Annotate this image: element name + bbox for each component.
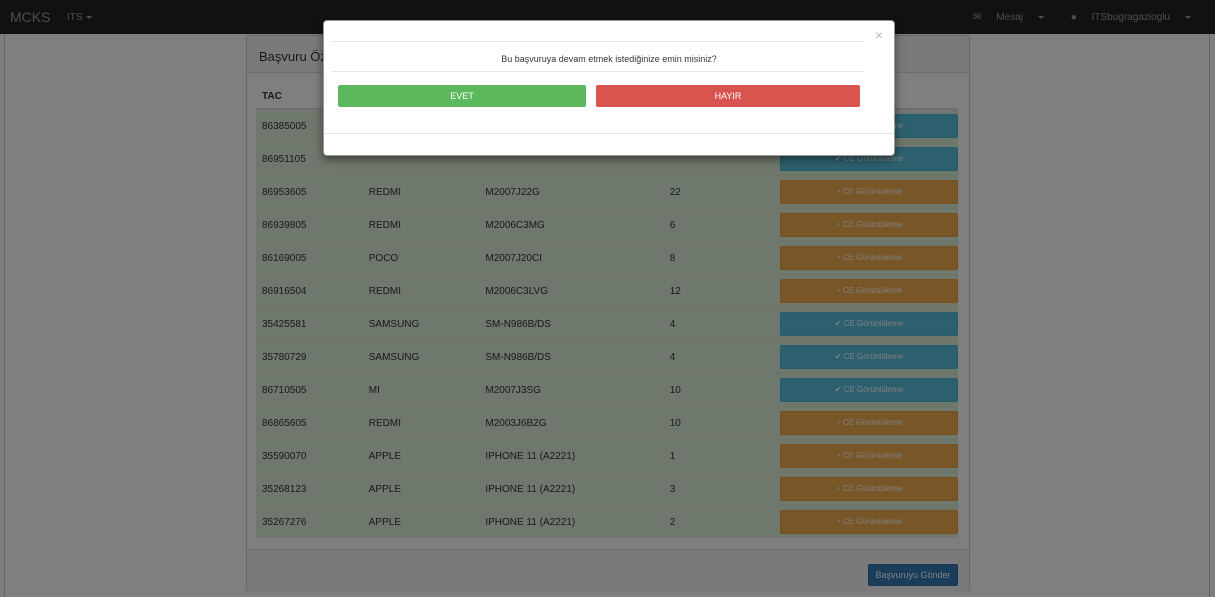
- confirm-question: Bu başvuruya devam etmek istediğinize em…: [501, 54, 717, 64]
- close-icon[interactable]: ×: [875, 27, 883, 43]
- modal-divider: [332, 71, 864, 72]
- yes-button[interactable]: EVET: [338, 85, 586, 107]
- modal-divider: [332, 41, 864, 42]
- modal-divider: [324, 133, 894, 134]
- confirm-dialog: × Bu başvuruya devam etmek istediğinize …: [323, 20, 895, 156]
- no-button[interactable]: HAYIR: [596, 85, 860, 107]
